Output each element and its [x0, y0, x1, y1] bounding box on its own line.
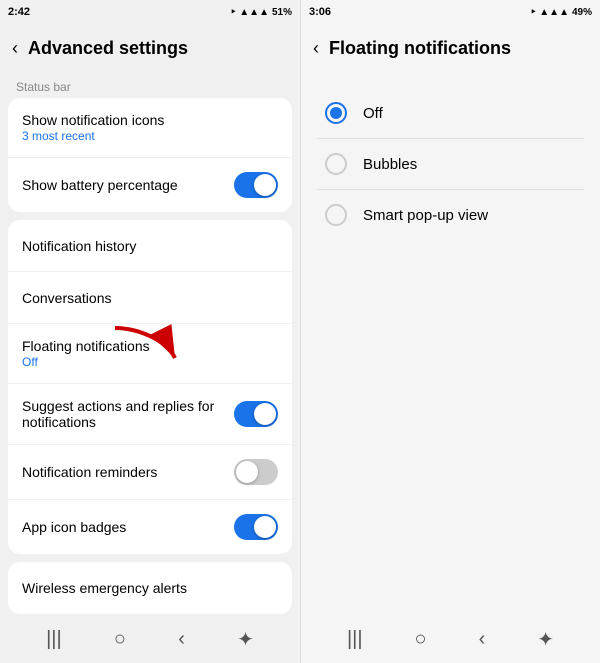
radio-bubbles-label: Bubbles [363, 156, 417, 173]
right-bluetooth-icon: ‣ [530, 7, 536, 18]
radio-item-off[interactable]: Off [317, 88, 584, 138]
left-back-button[interactable]: ‹ [12, 38, 18, 59]
floating-notifications-title: Floating notifications [22, 338, 278, 354]
radio-item-bubbles[interactable]: Bubbles [317, 139, 584, 189]
suggest-actions-toggle-thumb [254, 403, 276, 425]
notification-history-title: Notification history [22, 238, 278, 254]
battery-text: 51% [272, 7, 292, 18]
wireless-emergency-title: Wireless emergency alerts [22, 580, 278, 596]
bluetooth-icon: ‣ [230, 7, 236, 18]
right-status-left: 3:06 [309, 6, 331, 18]
conversations-title: Conversations [22, 290, 278, 306]
suggest-actions-toggle[interactable] [234, 401, 278, 427]
left-nav-back[interactable]: ‹ [178, 628, 185, 651]
wireless-emergency-text: Wireless emergency alerts [22, 580, 278, 596]
right-battery-text: 49% [572, 7, 592, 18]
notification-history-item[interactable]: Notification history [8, 220, 292, 272]
left-panel: 2:42 ‣ ▲▲▲ 51% ‹ Advanced settings Statu… [0, 0, 300, 663]
left-time: 2:42 [8, 6, 30, 18]
conversations-item[interactable]: Conversations [8, 272, 292, 324]
floating-notifications-subtitle: Off [22, 355, 278, 369]
left-nav-menu[interactable]: ||| [46, 628, 62, 651]
left-status-right: ‣ ▲▲▲ 51% [230, 7, 292, 18]
notification-reminders-title: Notification reminders [22, 464, 234, 480]
right-nav-menu[interactable]: ||| [347, 628, 363, 651]
battery-toggle[interactable] [234, 172, 278, 198]
right-content: Off Bubbles Smart pop-up view [301, 72, 600, 615]
notifications-card: Notification history Conversations Float… [8, 220, 292, 554]
emergency-card: Wireless emergency alerts [8, 562, 292, 614]
radio-item-smart-popup[interactable]: Smart pop-up view [317, 190, 584, 240]
show-notification-icons-subtitle: 3 most recent [22, 129, 278, 143]
show-notification-icons-item[interactable]: Show notification icons 3 most recent [8, 98, 292, 158]
suggest-actions-text: Suggest actions and replies for notifica… [22, 398, 234, 430]
statusbar-card: Show notification icons 3 most recent Sh… [8, 98, 292, 212]
show-battery-percentage-title: Show battery percentage [22, 177, 234, 193]
right-page-title: Floating notifications [329, 38, 511, 59]
suggest-actions-item[interactable]: Suggest actions and replies for notifica… [8, 384, 292, 445]
section-label-statusbar: Status bar [8, 72, 292, 98]
right-time: 3:06 [309, 6, 331, 18]
right-status-right: ‣ ▲▲▲ 49% [530, 7, 592, 18]
show-notification-icons-title: Show notification icons [22, 112, 278, 128]
left-nav-assist[interactable]: ✦ [237, 627, 254, 652]
battery-toggle-thumb [254, 174, 276, 196]
right-back-button[interactable]: ‹ [313, 38, 319, 59]
conversations-text: Conversations [22, 290, 278, 306]
show-notification-icons-text: Show notification icons 3 most recent [22, 112, 278, 143]
suggest-actions-title: Suggest actions and replies for notifica… [22, 398, 234, 430]
radio-bubbles-circle[interactable] [325, 153, 347, 175]
left-nav-home[interactable]: ○ [114, 628, 126, 651]
notification-history-text: Notification history [22, 238, 278, 254]
notification-reminders-text: Notification reminders [22, 464, 234, 480]
right-nav-bar: ||| ○ ‹ ✦ [301, 615, 600, 663]
right-nav-assist[interactable]: ✦ [537, 627, 554, 652]
app-icon-badges-title: App icon badges [22, 519, 234, 535]
right-signal-icon: ▲▲▲ [539, 7, 569, 18]
app-icon-badges-text: App icon badges [22, 519, 234, 535]
left-page-title: Advanced settings [28, 38, 188, 59]
radio-off-label: Off [363, 105, 383, 122]
left-top-bar: ‹ Advanced settings [0, 24, 300, 72]
left-content: Status bar Show notification icons 3 mos… [0, 72, 300, 615]
floating-notifications-text: Floating notifications Off [22, 338, 278, 369]
right-nav-home[interactable]: ○ [415, 628, 427, 651]
show-battery-percentage-text: Show battery percentage [22, 177, 234, 193]
right-panel: 3:06 ‣ ▲▲▲ 49% ‹ Floating notifications … [300, 0, 600, 663]
left-status-bar: 2:42 ‣ ▲▲▲ 51% [0, 0, 300, 24]
notification-reminders-item[interactable]: Notification reminders [8, 445, 292, 500]
notification-reminders-toggle[interactable] [234, 459, 278, 485]
wireless-emergency-item[interactable]: Wireless emergency alerts [8, 562, 292, 614]
right-nav-back[interactable]: ‹ [479, 628, 486, 651]
left-status-left: 2:42 [8, 6, 30, 18]
app-icon-badges-toggle[interactable] [234, 514, 278, 540]
right-status-bar: 3:06 ‣ ▲▲▲ 49% [301, 0, 600, 24]
floating-notifications-item[interactable]: Floating notifications Off [8, 324, 292, 384]
left-nav-bar: ||| ○ ‹ ✦ [0, 615, 300, 663]
app-icon-badges-toggle-thumb [254, 516, 276, 538]
signal-icon: ▲▲▲ [239, 7, 269, 18]
right-top-bar: ‹ Floating notifications [301, 24, 600, 72]
radio-off-circle[interactable] [325, 102, 347, 124]
app-icon-badges-item[interactable]: App icon badges [8, 500, 292, 554]
radio-smart-popup-circle[interactable] [325, 204, 347, 226]
radio-smart-popup-label: Smart pop-up view [363, 207, 488, 224]
show-battery-percentage-item[interactable]: Show battery percentage [8, 158, 292, 212]
radio-off-inner [330, 107, 342, 119]
notification-reminders-toggle-thumb [236, 461, 258, 483]
